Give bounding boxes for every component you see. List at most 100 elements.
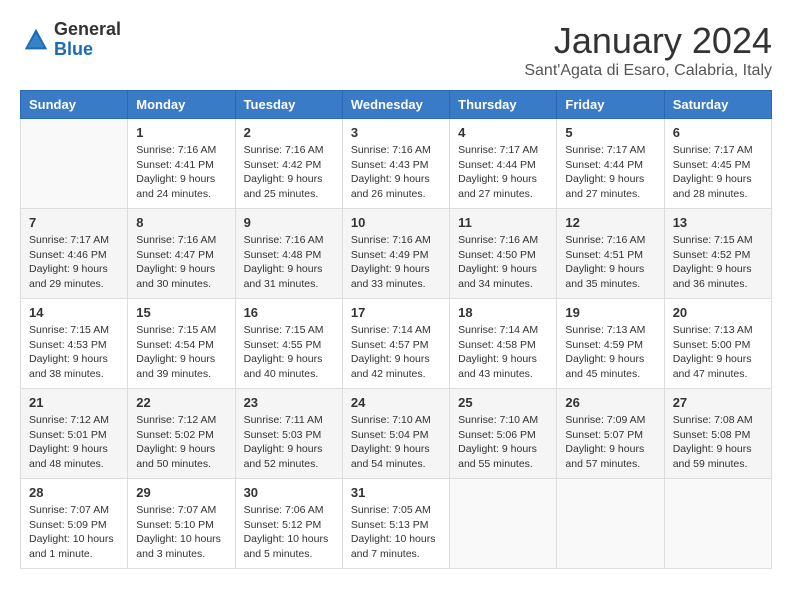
calendar-table: SundayMondayTuesdayWednesdayThursdayFrid… [20,90,772,569]
day-info: Sunrise: 7:09 AM Sunset: 5:07 PM Dayligh… [565,413,655,472]
calendar-cell [664,479,771,569]
week-row-3: 14Sunrise: 7:15 AM Sunset: 4:53 PM Dayli… [21,299,772,389]
calendar-cell: 4Sunrise: 7:17 AM Sunset: 4:44 PM Daylig… [450,119,557,209]
week-row-1: 1 Sunrise: 7:16 AM Sunset: 4:41 PM Daylig… [21,119,772,209]
weekday-header-wednesday: Wednesday [342,91,449,119]
day-info: Sunrise: 7:16 AM Sunset: 4:47 PM Dayligh… [136,233,226,292]
day-number: 16 [244,305,334,320]
day-number: 14 [29,305,119,320]
location-title: Sant'Agata di Esaro, Calabria, Italy [524,62,772,80]
day-number: 25 [458,395,548,410]
day-info: Sunrise: 7:16 AM Sunset: 4:50 PM Dayligh… [458,233,548,292]
day-number: 4 [458,125,548,140]
day-number: 18 [458,305,548,320]
day-info: Sunrise: 7:07 AM Sunset: 5:09 PM Dayligh… [29,503,119,562]
day-info: Sunrise: 7:16 AM Sunset: 4:43 PM Dayligh… [351,143,441,202]
calendar-cell: 1 Sunrise: 7:16 AM Sunset: 4:41 PM Daylig… [128,119,235,209]
weekday-header-row: SundayMondayTuesdayWednesdayThursdayFrid… [21,91,772,119]
day-number: 7 [29,215,119,230]
calendar-cell: 31 Sunrise: 7:05 AM Sunset: 5:13 PM Dayli… [342,479,449,569]
day-info: Sunrise: 7:14 AM Sunset: 4:57 PM Dayligh… [351,323,441,382]
day-number: 12 [565,215,655,230]
day-info: Sunrise: 7:17 AM Sunset: 4:44 PM Dayligh… [565,143,655,202]
day-number: 23 [244,395,334,410]
day-info: Sunrise: 7:06 AM Sunset: 5:12 PM Dayligh… [244,503,334,562]
day-info: Sunrise: 7:10 AM Sunset: 5:06 PM Dayligh… [458,413,548,472]
week-row-2: 7Sunrise: 7:17 AM Sunset: 4:46 PM Daylig… [21,209,772,299]
calendar-cell: 3 Sunrise: 7:16 AM Sunset: 4:43 PM Daylig… [342,119,449,209]
calendar-cell: 14Sunrise: 7:15 AM Sunset: 4:53 PM Dayli… [21,299,128,389]
calendar-cell: 7Sunrise: 7:17 AM Sunset: 4:46 PM Daylig… [21,209,128,299]
day-info: Sunrise: 7:15 AM Sunset: 4:55 PM Dayligh… [244,323,334,382]
day-info: Sunrise: 7:16 AM Sunset: 4:49 PM Dayligh… [351,233,441,292]
day-info: Sunrise: 7:16 AM Sunset: 4:51 PM Dayligh… [565,233,655,292]
day-info: Sunrise: 7:13 AM Sunset: 4:59 PM Dayligh… [565,323,655,382]
title-block: January 2024 Sant'Agata di Esaro, Calabr… [524,20,772,80]
day-info: Sunrise: 7:13 AM Sunset: 5:00 PM Dayligh… [673,323,763,382]
calendar-cell: 5 Sunrise: 7:17 AM Sunset: 4:44 PM Daylig… [557,119,664,209]
day-info: Sunrise: 7:16 AM Sunset: 4:41 PM Dayligh… [136,143,226,202]
day-number: 29 [136,485,226,500]
day-number: 26 [565,395,655,410]
day-info: Sunrise: 7:11 AM Sunset: 5:03 PM Dayligh… [244,413,334,472]
logo-icon [22,26,50,54]
day-number: 28 [29,485,119,500]
month-title: January 2024 [524,20,772,62]
day-number: 24 [351,395,441,410]
calendar-cell [557,479,664,569]
day-number: 31 [351,485,441,500]
week-row-5: 28 Sunrise: 7:07 AM Sunset: 5:09 PM Dayli… [21,479,772,569]
day-info: Sunrise: 7:12 AM Sunset: 5:01 PM Dayligh… [29,413,119,472]
calendar-cell: 30 Sunrise: 7:06 AM Sunset: 5:12 PM Dayli… [235,479,342,569]
calendar-cell: 20 Sunrise: 7:13 AM Sunset: 5:00 PM Dayli… [664,299,771,389]
weekday-header-saturday: Saturday [664,91,771,119]
calendar-cell: 26 Sunrise: 7:09 AM Sunset: 5:07 PM Dayli… [557,389,664,479]
day-number: 9 [244,215,334,230]
day-info: Sunrise: 7:17 AM Sunset: 4:45 PM Dayligh… [673,143,763,202]
calendar-cell: 28 Sunrise: 7:07 AM Sunset: 5:09 PM Dayli… [21,479,128,569]
week-row-4: 21 Sunrise: 7:12 AM Sunset: 5:01 PM Dayli… [21,389,772,479]
weekday-header-sunday: Sunday [21,91,128,119]
day-info: Sunrise: 7:15 AM Sunset: 4:52 PM Dayligh… [673,233,763,292]
calendar-cell: 19Sunrise: 7:13 AM Sunset: 4:59 PM Dayli… [557,299,664,389]
weekday-header-thursday: Thursday [450,91,557,119]
day-info: Sunrise: 7:08 AM Sunset: 5:08 PM Dayligh… [673,413,763,472]
day-number: 8 [136,215,226,230]
day-info: Sunrise: 7:16 AM Sunset: 4:42 PM Dayligh… [244,143,334,202]
calendar-cell: 13Sunrise: 7:15 AM Sunset: 4:52 PM Dayli… [664,209,771,299]
calendar-cell: 22Sunrise: 7:12 AM Sunset: 5:02 PM Dayli… [128,389,235,479]
calendar-cell: 25 Sunrise: 7:10 AM Sunset: 5:06 PM Dayli… [450,389,557,479]
logo: General Blue [20,20,121,60]
calendar-cell: 18 Sunrise: 7:14 AM Sunset: 4:58 PM Dayli… [450,299,557,389]
day-number: 17 [351,305,441,320]
day-number: 21 [29,395,119,410]
day-info: Sunrise: 7:15 AM Sunset: 4:54 PM Dayligh… [136,323,226,382]
calendar-cell: 10 Sunrise: 7:16 AM Sunset: 4:49 PM Dayli… [342,209,449,299]
day-number: 2 [244,125,334,140]
day-number: 30 [244,485,334,500]
day-info: Sunrise: 7:12 AM Sunset: 5:02 PM Dayligh… [136,413,226,472]
calendar-cell [450,479,557,569]
day-info: Sunrise: 7:07 AM Sunset: 5:10 PM Dayligh… [136,503,226,562]
calendar-cell: 16 Sunrise: 7:15 AM Sunset: 4:55 PM Dayli… [235,299,342,389]
calendar-cell: 9 Sunrise: 7:16 AM Sunset: 4:48 PM Daylig… [235,209,342,299]
day-number: 11 [458,215,548,230]
calendar-cell: 27Sunrise: 7:08 AM Sunset: 5:08 PM Dayli… [664,389,771,479]
calendar-cell [21,119,128,209]
day-info: Sunrise: 7:05 AM Sunset: 5:13 PM Dayligh… [351,503,441,562]
day-number: 10 [351,215,441,230]
logo-text: General Blue [54,20,121,60]
day-number: 20 [673,305,763,320]
day-number: 1 [136,125,226,140]
weekday-header-monday: Monday [128,91,235,119]
calendar-cell: 21 Sunrise: 7:12 AM Sunset: 5:01 PM Dayli… [21,389,128,479]
calendar-cell: 29 Sunrise: 7:07 AM Sunset: 5:10 PM Dayli… [128,479,235,569]
day-number: 6 [673,125,763,140]
day-info: Sunrise: 7:16 AM Sunset: 4:48 PM Dayligh… [244,233,334,292]
day-info: Sunrise: 7:14 AM Sunset: 4:58 PM Dayligh… [458,323,548,382]
day-number: 5 [565,125,655,140]
day-number: 3 [351,125,441,140]
calendar-cell: 15Sunrise: 7:15 AM Sunset: 4:54 PM Dayli… [128,299,235,389]
page-header: General Blue January 2024 Sant'Agata di … [20,20,772,80]
weekday-header-tuesday: Tuesday [235,91,342,119]
